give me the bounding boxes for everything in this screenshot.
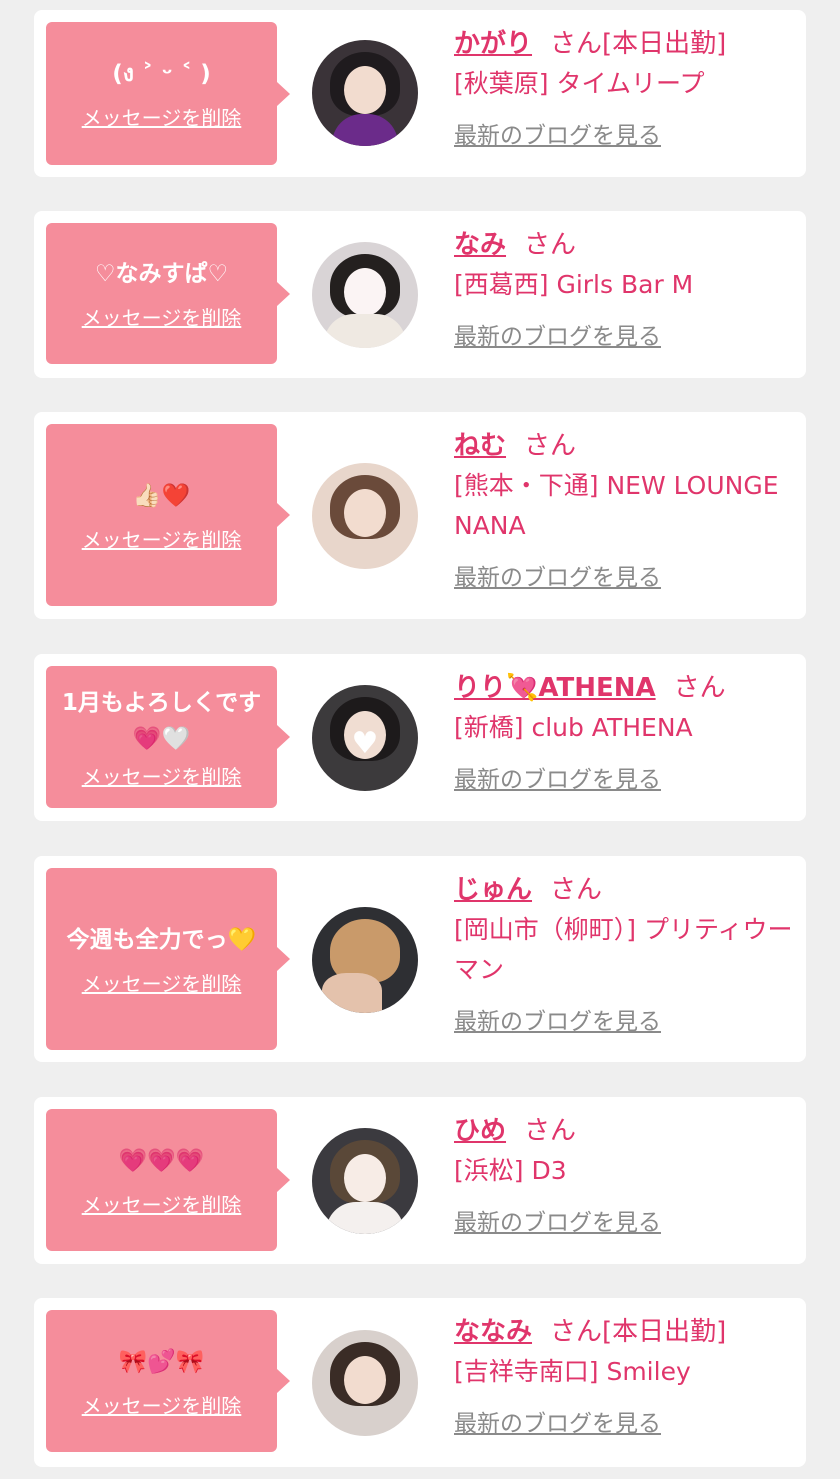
san-suffix: さん <box>673 673 726 703</box>
cast-name-link[interactable]: ひめ <box>454 1116 506 1146</box>
cast-name-link[interactable]: じゅん <box>454 875 532 905</box>
san-suffix: さん <box>550 1317 603 1347</box>
delete-message-link[interactable]: メッセージを削除 <box>82 302 242 331</box>
delete-message-link[interactable]: メッセージを削除 <box>82 968 242 997</box>
avatar-face <box>344 489 386 537</box>
cast-info: ねむ さん [熊本・下通] NEW LOUNGE NANA 最新のブログを見る <box>454 426 794 592</box>
latest-blog-link[interactable]: 最新のブログを見る <box>454 1203 661 1237</box>
message-text: 💗💗💗 <box>118 1147 205 1174</box>
delete-message-link[interactable]: メッセージを削除 <box>82 761 242 790</box>
work-status: [本日出勤] <box>602 29 727 59</box>
cast-info: ななみ さん[本日出勤] [吉祥寺南口] Smiley 最新のブログを見る <box>454 1312 794 1438</box>
shop-name: [浜松] D3 <box>454 1156 567 1185</box>
shop-name: [秋葉原] タイムリープ <box>454 69 705 98</box>
san-suffix: さん <box>524 431 577 461</box>
avatar[interactable] <box>312 907 418 1013</box>
avatar-face <box>344 66 386 114</box>
message-text: ♡なみすぱ♡ <box>94 261 229 287</box>
latest-blog-link[interactable]: 最新のブログを見る <box>454 1404 661 1438</box>
avatar[interactable] <box>312 1128 418 1234</box>
latest-blog-link[interactable]: 最新のブログを見る <box>454 760 661 794</box>
message-text: 1月もよろしくです💗🤍 <box>61 689 262 752</box>
message-text: 🎀💕🎀 <box>118 1348 205 1375</box>
cast-info: なみ さん [西葛西] Girls Bar M 最新のブログを見る <box>454 225 794 351</box>
list-item: 💗💗💗 メッセージを削除 ひめ さん [浜松] D3 最新のブログを見る <box>34 1097 806 1264</box>
list-item: 👍🏻❤️ メッセージを削除 ねむ さん [熊本・下通] NEW LOUNGE NA… <box>34 412 806 619</box>
list-item: 1月もよろしくです💗🤍 メッセージを削除 ♥ りり💘ATHENA さん [新橋] … <box>34 654 806 821</box>
delete-message-link[interactable]: メッセージを削除 <box>82 1189 242 1218</box>
latest-blog-link[interactable]: 最新のブログを見る <box>454 116 661 150</box>
message-text: 今週も全力でっ💛 <box>66 926 257 953</box>
avatar[interactable]: ♥ <box>312 685 418 791</box>
cast-name-link[interactable]: なみ <box>454 230 506 260</box>
latest-blog-link[interactable]: 最新のブログを見る <box>454 1002 661 1036</box>
avatar-clothes <box>326 1202 404 1234</box>
delete-message-link[interactable]: メッセージを削除 <box>82 102 242 131</box>
delete-message-link[interactable]: メッセージを削除 <box>82 524 242 553</box>
name-line: かがり さん[本日出勤] <box>454 24 794 64</box>
shop-name: [新橋] club ATHENA <box>454 713 693 742</box>
heart-sticker-icon: ♥ <box>351 726 379 761</box>
avatar-face <box>344 1154 386 1202</box>
cast-info: りり💘ATHENA さん [新橋] club ATHENA 最新のブログを見る <box>454 668 794 794</box>
avatar[interactable] <box>312 1330 418 1436</box>
shop-name: [西葛西] Girls Bar M <box>454 270 694 299</box>
cast-name-link[interactable]: かがり <box>454 29 532 59</box>
list-item: 🎀💕🎀 メッセージを削除 ななみ さん[本日出勤] [吉祥寺南口] Smiley … <box>34 1298 806 1467</box>
cast-info: かがり さん[本日出勤] [秋葉原] タイムリープ 最新のブログを見る <box>454 24 794 150</box>
name-line: じゅん さん <box>454 870 794 910</box>
list-item: 今週も全力でっ💛 メッセージを削除 じゅん さん [岡山市（柳町）] プリティウー… <box>34 856 806 1062</box>
san-suffix: さん <box>524 1116 577 1146</box>
name-line: ななみ さん[本日出勤] <box>454 1312 794 1352</box>
message-bubble: ♡なみすぱ♡ メッセージを削除 <box>46 223 290 364</box>
avatar-clothes <box>332 114 398 146</box>
san-suffix: さん <box>550 29 603 59</box>
message-bubble: 🎀💕🎀 メッセージを削除 <box>46 1310 290 1452</box>
message-bubble: 👍🏻❤️ メッセージを削除 <box>46 424 290 606</box>
shop-name: [岡山市（柳町）] プリティウーマン <box>454 915 793 984</box>
cast-message-list: (ง ˃ ᵕ ˂ ) メッセージを削除 かがり さん[本日出勤] [秋葉原] タイ… <box>0 0 840 1479</box>
message-bubble: 💗💗💗 メッセージを削除 <box>46 1109 290 1251</box>
avatar-face <box>344 268 386 316</box>
avatar[interactable] <box>312 242 418 348</box>
name-line: なみ さん <box>454 225 794 265</box>
cast-name-link[interactable]: ななみ <box>454 1317 532 1347</box>
cast-info: ひめ さん [浜松] D3 最新のブログを見る <box>454 1111 794 1237</box>
shop-name: [吉祥寺南口] Smiley <box>454 1357 691 1386</box>
san-suffix: さん <box>524 230 577 260</box>
message-text: (ง ˃ ᵕ ˂ ) <box>112 61 211 87</box>
delete-message-link[interactable]: メッセージを削除 <box>82 1390 242 1419</box>
message-text: 👍🏻❤️ <box>132 482 191 509</box>
shop-name: [熊本・下通] NEW LOUNGE NANA <box>454 471 779 540</box>
name-line: ねむ さん <box>454 426 794 466</box>
latest-blog-link[interactable]: 最新のブログを見る <box>454 317 661 351</box>
list-item: (ง ˃ ᵕ ˂ ) メッセージを削除 かがり さん[本日出勤] [秋葉原] タイ… <box>34 10 806 177</box>
name-line: りり💘ATHENA さん <box>454 668 794 708</box>
cast-name-link[interactable]: りり💘ATHENA <box>454 673 656 703</box>
message-bubble: (ง ˃ ᵕ ˂ ) メッセージを削除 <box>46 22 290 165</box>
cast-info: じゅん さん [岡山市（柳町）] プリティウーマン 最新のブログを見る <box>454 870 794 1036</box>
avatar-face <box>344 1356 386 1404</box>
avatar-shoulder <box>322 973 382 1013</box>
cast-name-link[interactable]: ねむ <box>454 431 506 461</box>
san-suffix: さん <box>550 875 603 905</box>
avatar-clothes <box>324 314 406 348</box>
message-bubble: 1月もよろしくです💗🤍 メッセージを削除 <box>46 666 290 808</box>
list-item: ♡なみすぱ♡ メッセージを削除 なみ さん [西葛西] Girls Bar M 最… <box>34 211 806 378</box>
latest-blog-link[interactable]: 最新のブログを見る <box>454 558 661 592</box>
name-line: ひめ さん <box>454 1111 794 1151</box>
avatar[interactable] <box>312 40 418 146</box>
avatar[interactable] <box>312 463 418 569</box>
work-status: [本日出勤] <box>602 1317 727 1347</box>
message-bubble: 今週も全力でっ💛 メッセージを削除 <box>46 868 290 1050</box>
